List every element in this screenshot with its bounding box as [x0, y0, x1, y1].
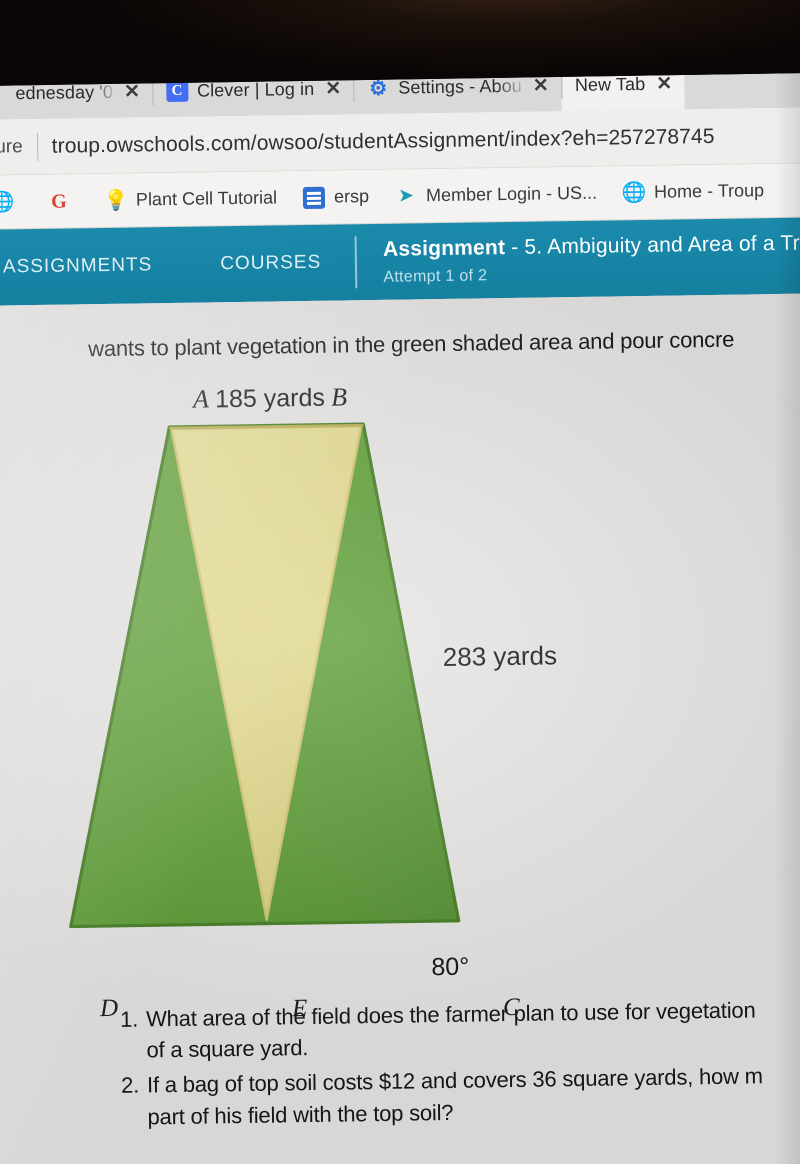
list-item: 2. If a bag of top soil costs $12 and co… [121, 1059, 800, 1132]
close-icon[interactable]: ✕ [654, 73, 672, 94]
assignment-label: Assignment [382, 235, 506, 261]
screen-photograph: ednesday '0 ✕ C Clever | Log in ✕ ⚙ Sett… [0, 0, 800, 1164]
length-label-ab: 185 yards [214, 383, 326, 414]
globe-icon: 🌐 [0, 190, 15, 214]
figure-top-labels: A 185 yards B [193, 382, 348, 414]
settings-gear-icon: ⚙ [369, 77, 388, 100]
bookmark-label: Member Login - US... [425, 182, 598, 206]
close-icon[interactable]: ✕ [531, 75, 549, 96]
field-diagram-svg [69, 422, 461, 929]
document-icon [302, 186, 326, 209]
divider [36, 132, 38, 161]
google-icon: G [51, 190, 67, 213]
attempt-status: Attempt 1 of 2 [383, 266, 488, 286]
url-text[interactable]: troup.owschools.com/owsoo/studentAssignm… [52, 124, 715, 158]
cursor-icon: ➤ [397, 185, 415, 207]
browser-tab-0[interactable]: ednesday '0 ✕ [0, 65, 152, 120]
browser-tab-title: New Tab [574, 73, 646, 95]
question-prompt: wants to plant vegetation in the green s… [87, 326, 735, 362]
vertex-label-a: A [192, 384, 210, 414]
length-label-bc: 283 yards [442, 640, 558, 672]
question-text: What area of the field does the farmer p… [146, 994, 756, 1066]
list-item: 1. What area of the field does the farme… [120, 993, 800, 1066]
close-icon[interactable]: ✕ [122, 81, 140, 102]
question-list: 1. What area of the field does the farme… [0, 993, 800, 1139]
nav-item-assignments[interactable]: ASSIGNMENTS [0, 227, 187, 306]
globe-icon: 🌐 [621, 181, 647, 204]
bookmark-item-member-login[interactable]: ➤ Member Login - US... [382, 182, 610, 207]
browser-tab-2[interactable]: ⚙ Settings - Abou ✕ [353, 59, 561, 114]
bookmark-item-plant-cell-tutorial[interactable]: 💡 Plant Cell Tutorial [92, 187, 290, 212]
bookmark-item[interactable]: G [35, 190, 92, 213]
vertex-label-b: B [330, 382, 348, 412]
assignment-header: Assignment - 5. Ambiguity and Area of a … [357, 217, 800, 300]
question-number: 1. [119, 1006, 139, 1032]
page-icon [0, 82, 7, 104]
browser-tab-title: Settings - Abou [398, 75, 522, 98]
close-icon[interactable]: ✕ [323, 78, 341, 99]
assignment-content: wants to plant vegetation in the green s… [0, 292, 800, 1164]
bookmark-label: Home - Troup [653, 180, 765, 202]
browser-tab-1[interactable]: C Clever | Log in ✕ [152, 62, 354, 117]
bookmark-label: ersp [333, 186, 370, 207]
nav-item-courses[interactable]: COURSES [186, 224, 356, 302]
question-text: If a bag of top soil costs $12 and cover… [147, 1061, 764, 1133]
geometry-figure: A 185 yards B 283 yards 80° D E C [0, 369, 800, 1022]
bookmark-item[interactable]: 🌐 [0, 190, 35, 213]
lightbulb-icon: 💡 [103, 189, 129, 212]
app-navigation-bar: ASSIGNMENTS COURSES Assignment - 5. Ambi… [0, 216, 800, 314]
browser-tab-title: Clever | Log in [196, 78, 315, 101]
assignment-name: - 5. Ambiguity and Area of a Triangle [511, 230, 800, 259]
angle-label-c: 80° [431, 952, 470, 982]
assignment-title: Assignment - 5. Ambiguity and Area of a … [383, 230, 800, 261]
browser-window: ednesday '0 ✕ C Clever | Log in ✕ ⚙ Sett… [0, 54, 800, 1164]
bookmark-item-ersp[interactable]: ersp [290, 185, 382, 209]
clever-icon: C [165, 79, 189, 103]
bookmark-item-home-troup[interactable]: 🌐 Home - Troup [610, 179, 777, 204]
browser-tab-3[interactable]: New Tab ✕ [560, 57, 685, 112]
browser-tab-title: ednesday '0 [15, 81, 114, 103]
question-number: 2. [120, 1073, 140, 1099]
security-indicator: ecure [0, 135, 23, 158]
bookmark-label: Plant Cell Tutorial [135, 187, 278, 210]
